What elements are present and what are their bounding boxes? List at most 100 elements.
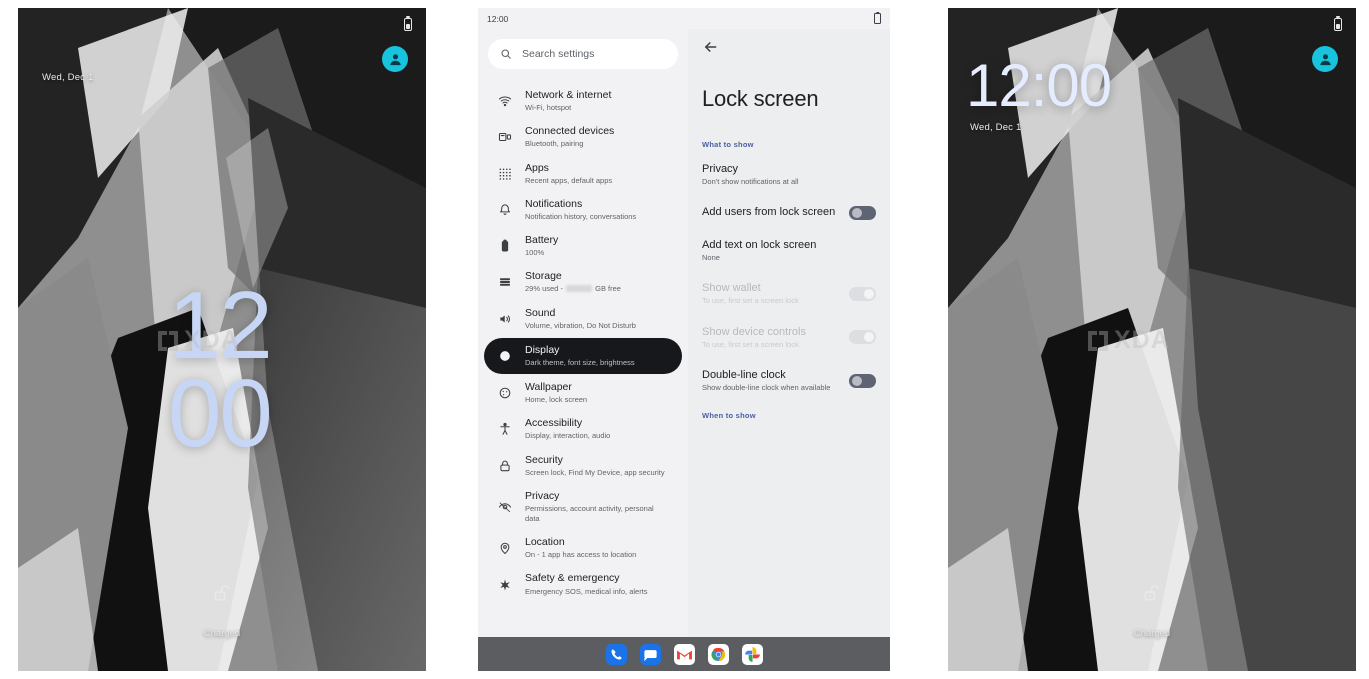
settings-item-sound[interactable]: Sound Volume, vibration, Do Not Disturb bbox=[484, 301, 682, 337]
lock-option-double-line-clock[interactable]: Double-line clock Show double-line clock … bbox=[702, 368, 876, 393]
settings-item-title: Privacy bbox=[525, 489, 560, 502]
subtitle-post: GB free bbox=[593, 284, 621, 294]
battery-icon bbox=[874, 13, 881, 24]
settings-item-notifications[interactable]: Notifications Notification history, conve… bbox=[484, 192, 682, 228]
toggle-switch bbox=[849, 286, 876, 301]
settings-item-title: Safety & emergency bbox=[525, 572, 620, 585]
taskbar bbox=[478, 637, 890, 671]
settings-item-subtitle: 100% bbox=[525, 248, 545, 258]
accessibility-icon bbox=[498, 422, 512, 436]
unlocked-padlock-icon[interactable] bbox=[1142, 583, 1162, 603]
option-title: Add users from lock screen bbox=[702, 206, 836, 219]
settings-item-location[interactable]: Location On - 1 app has access to locatio… bbox=[484, 530, 682, 566]
toggle-switch[interactable] bbox=[849, 205, 876, 220]
lock-option-show-device-controls: Show device controls To use, first set a … bbox=[702, 325, 876, 350]
toggle-knob bbox=[851, 375, 862, 386]
battery-status-left: Charged bbox=[203, 628, 241, 639]
option-subtitle: To use, first set a screen lock bbox=[702, 339, 799, 349]
settings-item-wallpaper[interactable]: Wallpaper Home, lock screen bbox=[484, 375, 682, 411]
user-avatar-icon[interactable] bbox=[382, 46, 408, 72]
messages-app-icon[interactable] bbox=[639, 643, 661, 665]
option-title: Privacy bbox=[702, 163, 739, 175]
apps-grid-icon bbox=[498, 167, 512, 181]
sound-icon bbox=[498, 312, 512, 326]
settings-item-title: Storage bbox=[525, 270, 562, 283]
lockscreen-date-left: Wed, Dec 1 bbox=[42, 72, 94, 83]
lock-option-add-users-from-lock-screen[interactable]: Add users from lock screen bbox=[702, 205, 876, 220]
search-icon bbox=[500, 48, 512, 60]
settings-statusbar: 12:00 bbox=[478, 8, 890, 29]
gmail-app-icon[interactable] bbox=[673, 643, 695, 665]
option-subtitle: Show double-line clock when available bbox=[702, 383, 831, 393]
clock-hours: 12 bbox=[168, 272, 273, 379]
settings-item-title: Apps bbox=[525, 161, 549, 174]
lock-option-add-text-on-lock-screen[interactable]: Add text on lock screen None bbox=[702, 238, 876, 263]
search-settings-bar[interactable]: Search settings bbox=[488, 39, 678, 69]
settings-item-list: Network & internet Wi-Fi, hotspot Connecte… bbox=[478, 83, 688, 603]
lock-screen-detail-pane: Lock screen What to show Privacy Don't sh… bbox=[688, 29, 890, 637]
settings-item-connected-devices[interactable]: Connected devices Bluetooth, pairing bbox=[484, 119, 682, 155]
privacy-eye-icon bbox=[498, 500, 512, 514]
section-what-to-show: What to show bbox=[702, 140, 754, 149]
settings-item-subtitle: Emergency SOS, medical info, alerts bbox=[525, 586, 648, 596]
page-title: Lock screen bbox=[702, 86, 819, 111]
storage-icon bbox=[498, 275, 512, 289]
subtitle-pre: 29% used - bbox=[525, 284, 566, 294]
toggle-switch bbox=[849, 330, 876, 345]
lockscreen-statusbar-left bbox=[18, 14, 426, 34]
unlocked-padlock-icon[interactable] bbox=[212, 583, 232, 603]
settings-app: 12:00 Search settings Network & internet bbox=[478, 8, 890, 671]
chrome-app-icon[interactable] bbox=[707, 643, 729, 665]
lockscreen-clock-single: 12:00 bbox=[966, 52, 1112, 119]
lock-option-privacy[interactable]: Privacy Don't show notifications at all bbox=[702, 162, 876, 187]
clock-minutes: 00 bbox=[168, 360, 273, 468]
screenshot-root: Wed, Dec 1 12 00 XDA Charged 12:00 Searc… bbox=[0, 0, 1369, 679]
settings-item-subtitle: Notification history, conversations bbox=[525, 211, 637, 221]
settings-item-storage[interactable]: Storage 29% used - GB free bbox=[484, 264, 682, 300]
settings-item-title: Battery bbox=[525, 234, 559, 246]
settings-item-apps[interactable]: Apps Recent apps, default apps bbox=[484, 156, 682, 192]
option-title: Double-line clock bbox=[702, 368, 786, 381]
lock-screen-options: Privacy Don't show notifications at all Ad… bbox=[702, 162, 876, 393]
search-input-placeholder[interactable]: Search settings bbox=[522, 48, 594, 60]
user-avatar-icon[interactable] bbox=[1312, 46, 1338, 72]
wallpaper-icon bbox=[498, 386, 512, 400]
settings-item-battery[interactable]: Battery 100% bbox=[484, 228, 682, 264]
toggle-knob bbox=[863, 288, 874, 299]
settings-item-title: Accessibility bbox=[525, 417, 583, 430]
settings-item-subtitle: On - 1 app has access to location bbox=[525, 550, 637, 560]
settings-item-subtitle: Dark theme, font size, brightness bbox=[525, 357, 635, 367]
battery-icon bbox=[404, 17, 412, 31]
settings-item-accessibility[interactable]: Accessibility Display, interaction, audio bbox=[484, 411, 682, 447]
settings-item-subtitle: Volume, vibration, Do Not Disturb bbox=[525, 320, 636, 330]
lockscreen-statusbar-right bbox=[948, 14, 1356, 34]
option-title: Show wallet bbox=[702, 282, 761, 295]
wifi-icon bbox=[498, 94, 512, 108]
settings-item-subtitle: Recent apps, default apps bbox=[525, 175, 613, 185]
photos-app-icon[interactable] bbox=[741, 643, 763, 665]
settings-item-display[interactable]: Display Dark theme, font size, brightness bbox=[484, 337, 682, 374]
settings-item-privacy[interactable]: Privacy Permissions, account activity, pe… bbox=[484, 484, 682, 530]
settings-item-title: Security bbox=[525, 453, 563, 466]
settings-item-title: Network & internet bbox=[525, 89, 612, 101]
settings-item-safety-emergency[interactable]: Safety & emergency Emergency SOS, medical… bbox=[484, 566, 682, 602]
statusbar-time: 12:00 bbox=[487, 13, 509, 24]
toggle-knob bbox=[863, 332, 874, 343]
settings-item-security[interactable]: Security Screen lock, Find My Device, app… bbox=[484, 448, 682, 484]
option-subtitle: Don't show notifications at all bbox=[702, 177, 799, 187]
battery-icon bbox=[498, 239, 512, 253]
lock-option-show-wallet: Show wallet To use, first set a screen lo… bbox=[702, 281, 876, 306]
toggle-switch[interactable] bbox=[849, 373, 876, 388]
display-icon bbox=[498, 349, 512, 363]
settings-item-title: Notifications bbox=[525, 197, 583, 210]
back-arrow-icon[interactable] bbox=[702, 38, 720, 56]
phone-right-lockscreen: 12:00 Wed, Dec 1 XDA Charged bbox=[948, 8, 1356, 671]
settings-item-subtitle: Screen lock, Find My Device, app securit… bbox=[525, 467, 665, 477]
settings-item-network-internet[interactable]: Network & internet Wi-Fi, hotspot bbox=[484, 83, 682, 119]
phone-app-icon[interactable] bbox=[605, 643, 627, 665]
phone-middle-settings: 12:00 Search settings Network & internet bbox=[478, 8, 890, 671]
toggle-knob bbox=[851, 207, 862, 218]
location-pin-icon bbox=[498, 541, 512, 555]
devices-icon bbox=[498, 130, 512, 144]
emergency-icon bbox=[498, 578, 512, 592]
